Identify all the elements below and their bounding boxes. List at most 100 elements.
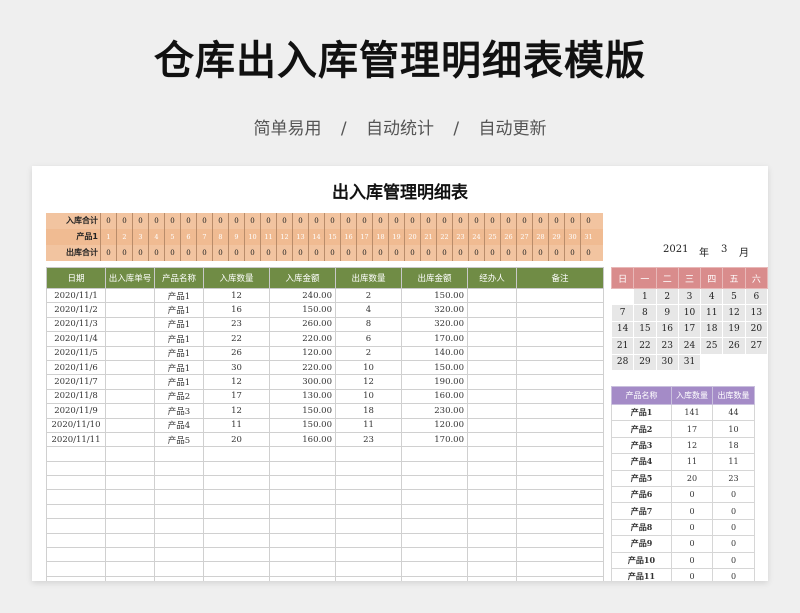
table-cell[interactable]: 18 (335, 403, 402, 419)
table-cell[interactable] (105, 331, 155, 347)
calendar-day[interactable]: 31 (677, 353, 702, 371)
table-cell[interactable]: 120.00 (269, 345, 336, 361)
daily-total-cell[interactable]: 0 (532, 245, 548, 261)
table-cell[interactable]: 产品1 (154, 331, 204, 347)
table-cell[interactable] (269, 460, 336, 477)
table-cell[interactable]: 产品3 (154, 403, 204, 419)
daily-total-cell[interactable]: 0 (580, 213, 596, 229)
table-cell[interactable] (467, 561, 517, 577)
table-cell[interactable] (269, 547, 336, 563)
table-cell[interactable]: 2020/11/9 (46, 403, 106, 419)
table-cell[interactable]: 2020/11/2 (46, 302, 106, 318)
calendar-day[interactable]: 25 (700, 337, 724, 355)
table-cell[interactable]: 产品1 (154, 374, 204, 390)
daily-day-cell[interactable]: 3 (132, 229, 148, 245)
table-cell[interactable] (467, 532, 517, 549)
table-row[interactable] (46, 460, 604, 477)
daily-total-cell[interactable]: 0 (500, 245, 516, 261)
table-cell[interactable] (105, 475, 155, 491)
calendar-day[interactable]: 29 (633, 353, 657, 371)
daily-day-cell[interactable]: 27 (516, 229, 532, 245)
daily-day-cell[interactable]: 5 (164, 229, 180, 245)
daily-total-cell[interactable]: 0 (196, 245, 212, 261)
table-cell[interactable] (467, 489, 517, 505)
daily-day-cell[interactable]: 16 (340, 229, 356, 245)
table-cell[interactable]: 2020/11/1 (46, 287, 106, 304)
table-cell[interactable] (105, 547, 155, 563)
table-cell[interactable] (203, 575, 270, 581)
table-cell[interactable]: 220.00 (269, 359, 336, 376)
table-cell[interactable] (269, 532, 336, 549)
daily-total-cell[interactable]: 0 (324, 213, 340, 229)
table-cell[interactable]: 26 (203, 345, 270, 361)
table-cell[interactable]: 130.00 (269, 388, 336, 405)
table-cell[interactable] (516, 561, 604, 577)
table-cell[interactable] (516, 331, 604, 347)
calendar-day[interactable]: 26 (722, 337, 746, 355)
calendar-day[interactable]: 19 (722, 320, 746, 339)
table-cell[interactable] (467, 331, 517, 347)
daily-total-cell[interactable]: 0 (276, 245, 292, 261)
table-cell[interactable] (467, 446, 517, 462)
table-cell[interactable] (203, 518, 270, 534)
table-cell[interactable] (335, 532, 402, 549)
calendar-day[interactable]: 7 (610, 304, 635, 322)
table-cell[interactable] (269, 503, 336, 520)
table-cell[interactable]: 170.00 (401, 431, 468, 448)
daily-total-cell[interactable]: 0 (404, 213, 420, 229)
table-cell[interactable] (467, 374, 517, 390)
table-cell[interactable] (154, 547, 204, 563)
table-cell[interactable] (203, 561, 270, 577)
table-row[interactable]: 2020/11/6 产品1 30 220.00 10 150.00 (46, 359, 604, 376)
table-cell[interactable]: 2020/11/4 (46, 331, 106, 347)
table-cell[interactable] (335, 489, 402, 505)
table-cell[interactable]: 150.00 (401, 287, 468, 304)
calendar-day[interactable]: 9 (655, 304, 679, 322)
table-cell[interactable]: 2 (335, 287, 402, 304)
column-header[interactable]: 入库数量 (203, 267, 270, 289)
daily-total-cell[interactable]: 0 (356, 213, 372, 229)
calendar-day[interactable]: 14 (610, 320, 635, 339)
daily-total-cell[interactable]: 0 (564, 245, 580, 261)
table-cell[interactable] (154, 532, 204, 549)
daily-total-cell[interactable]: 0 (100, 245, 116, 261)
daily-day-cell[interactable]: 18 (372, 229, 388, 245)
daily-day-cell[interactable]: 31 (580, 229, 596, 245)
daily-total-cell[interactable]: 0 (468, 245, 484, 261)
daily-total-cell[interactable]: 0 (308, 245, 324, 261)
table-cell[interactable]: 4 (335, 302, 402, 318)
daily-total-cell[interactable]: 0 (420, 245, 436, 261)
daily-day-cell[interactable]: 25 (484, 229, 500, 245)
table-cell[interactable]: 10 (335, 388, 402, 405)
table-cell[interactable]: 2020/11/8 (46, 388, 106, 405)
table-cell[interactable]: 2020/11/3 (46, 316, 106, 333)
table-cell[interactable] (154, 561, 204, 577)
daily-day-cell[interactable]: 1 (100, 229, 116, 245)
daily-total-cell[interactable]: 0 (500, 213, 516, 229)
table-cell[interactable] (516, 503, 604, 520)
table-cell[interactable] (516, 417, 604, 433)
table-cell[interactable] (105, 489, 155, 505)
table-cell[interactable] (105, 431, 155, 448)
calendar-day[interactable]: 17 (677, 320, 702, 339)
table-cell[interactable] (516, 446, 604, 462)
table-cell[interactable] (105, 446, 155, 462)
daily-total-cell[interactable]: 0 (100, 213, 116, 229)
daily-day-cell[interactable]: 26 (500, 229, 516, 245)
column-header[interactable]: 入库金额 (269, 267, 336, 289)
table-cell[interactable] (105, 374, 155, 390)
calendar-day[interactable]: 20 (744, 320, 768, 339)
table-cell[interactable]: 240.00 (269, 287, 336, 304)
daily-day-cell[interactable]: 11 (260, 229, 276, 245)
table-cell[interactable] (401, 503, 468, 520)
table-row[interactable]: 2020/11/2 产品1 16 150.00 4 320.00 (46, 302, 604, 318)
daily-total-cell[interactable]: 0 (468, 213, 484, 229)
table-cell[interactable] (203, 460, 270, 477)
daily-total-cell[interactable]: 0 (116, 245, 132, 261)
table-cell[interactable]: 12 (203, 403, 270, 419)
calendar-day[interactable]: 4 (700, 287, 724, 306)
calendar-day[interactable]: 3 (677, 287, 702, 306)
table-cell[interactable]: 2020/11/5 (46, 345, 106, 361)
table-cell[interactable] (269, 575, 336, 581)
table-row[interactable]: 2020/11/3 产品1 23 260.00 8 320.00 (46, 316, 604, 333)
